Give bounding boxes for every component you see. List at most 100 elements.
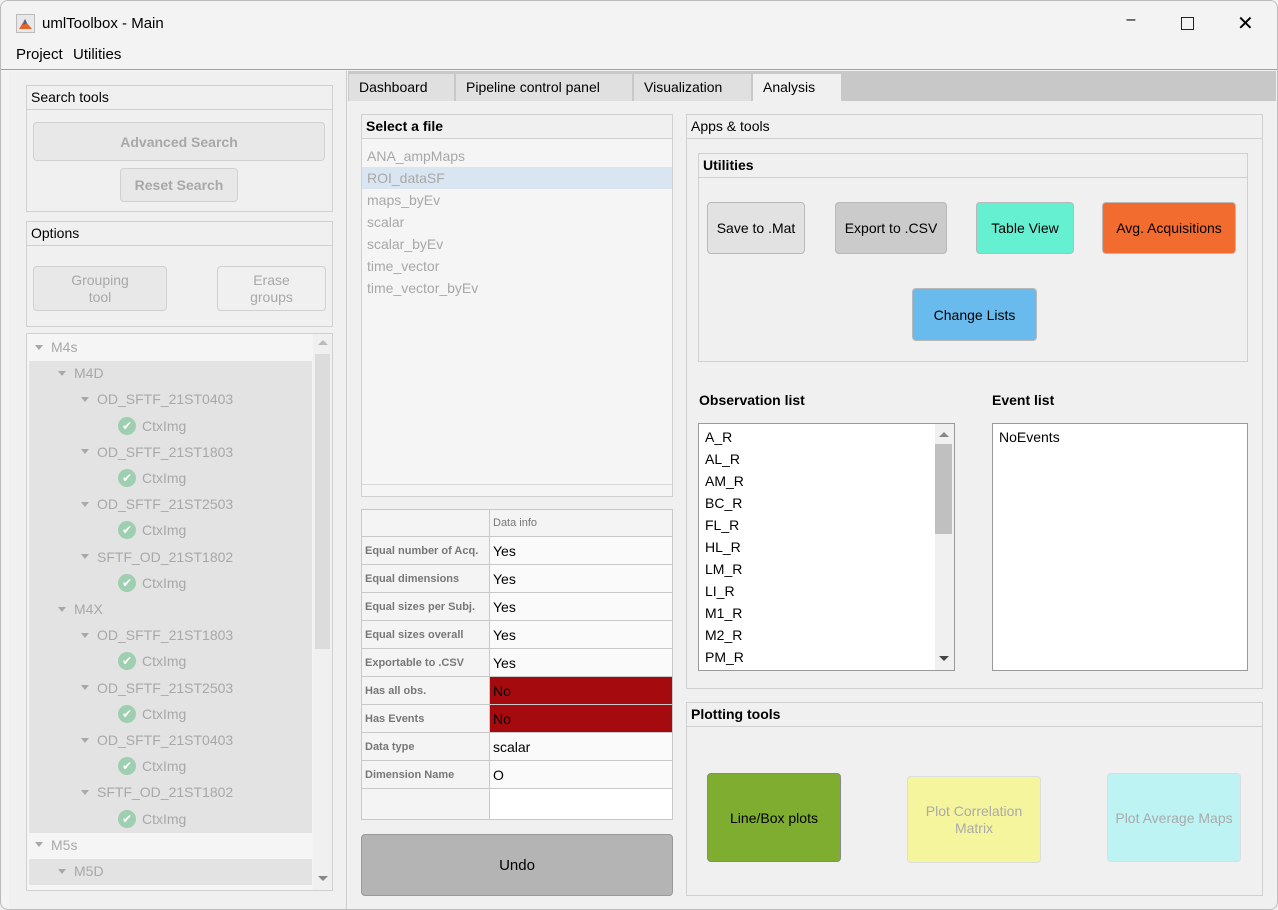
file-list-hscroll[interactable] [362, 484, 672, 496]
expand-triangle-icon[interactable] [81, 685, 89, 691]
tree-item[interactable]: M4D [27, 360, 104, 386]
scroll-up-icon[interactable] [939, 432, 949, 437]
tree-item[interactable]: ✔ CtxImg [27, 517, 186, 543]
table-view-button[interactable]: Table View [976, 202, 1074, 254]
menu-project[interactable]: Project [16, 46, 63, 63]
tree-item[interactable]: SFTF_OD_21ST1802 [27, 779, 233, 805]
maximize-button[interactable] [1181, 17, 1194, 30]
observation-list-item[interactable]: LI_R [705, 580, 735, 602]
save-to-mat-button[interactable]: Save to .Mat [707, 202, 805, 254]
observation-list-item[interactable]: BC_R [705, 492, 742, 514]
expand-triangle-icon[interactable] [81, 396, 89, 402]
observation-list[interactable]: A_R AL_R AM_R BC_R FL_R HL_R LM_R LI_R M1_R M2_R P… [698, 423, 955, 671]
check-circle-icon: ✔ [118, 469, 136, 487]
subject-tree[interactable]: M4s M4D OD_SFTF_21ST0403 ✔ CtxImg OD_SFTF_21S… [26, 333, 333, 891]
scroll-down-icon[interactable] [939, 656, 949, 661]
tree-item[interactable]: ✔ CtxImg [27, 465, 186, 491]
erase-groups-button[interactable]: Erase groups [217, 266, 326, 311]
tree-item[interactable]: OD_SFTF_21ST1803 [27, 622, 233, 648]
expand-triangle-icon[interactable] [81, 789, 89, 795]
observation-list-item[interactable]: M2_R [705, 624, 742, 646]
observation-list-scroll-thumb[interactable] [935, 444, 952, 534]
file-list-item[interactable]: ROI_dataSF [367, 167, 445, 189]
expand-triangle-icon[interactable] [35, 842, 43, 848]
expand-triangle-icon[interactable] [81, 501, 89, 507]
observation-list-item[interactable]: HL_R [705, 536, 741, 558]
file-list-item[interactable]: scalar [367, 211, 404, 233]
row-value: Yes [489, 536, 673, 565]
tree-item[interactable]: OD_SFTF_21ST2503 [27, 675, 233, 701]
line-box-plots-button[interactable]: Line/Box plots [707, 773, 841, 862]
tree-item-label: SFTF_OD_21ST1802 [97, 784, 234, 801]
observation-list-item[interactable]: AL_R [705, 448, 740, 470]
tree-item[interactable]: OD_SFTF_21ST0403 [27, 386, 233, 412]
observation-list-item[interactable]: PM_R [705, 646, 744, 668]
tab-pipeline-control-panel[interactable]: Pipeline control panel [455, 73, 633, 101]
tab-analysis[interactable]: Analysis [752, 73, 842, 103]
tree-item[interactable]: ✔ CtxImg [27, 701, 186, 727]
observation-list-item[interactable]: AM_R [705, 470, 744, 492]
export-csv-button[interactable]: Export to .CSV [835, 202, 947, 254]
row-label: Equal sizes per Subj. [361, 592, 490, 621]
change-lists-button[interactable]: Change Lists [912, 288, 1037, 341]
empty-cell [361, 788, 490, 820]
tree-item[interactable]: M5D [27, 858, 104, 884]
scroll-down-icon[interactable] [318, 876, 328, 881]
tree-item[interactable]: ✔ CtxImg [27, 648, 186, 674]
file-list-item[interactable]: time_vector [367, 255, 439, 277]
observation-list-item[interactable]: M1_R [705, 602, 742, 624]
grouping-tool-button[interactable]: Grouping tool [33, 266, 167, 311]
advanced-search-button[interactable]: Advanced Search [33, 122, 325, 161]
tree-item[interactable]: ✔ CtxImg [27, 413, 186, 439]
plot-average-maps-button[interactable]: Plot Average Maps [1107, 773, 1241, 862]
tree-item[interactable]: ✔ CtxImg [27, 753, 186, 779]
observation-list-item[interactable]: LM_R [705, 558, 742, 580]
expand-triangle-icon[interactable] [81, 632, 89, 638]
scroll-up-icon[interactable] [318, 340, 328, 345]
menu-utilities[interactable]: Utilities [73, 46, 121, 63]
file-list[interactable]: ANA_ampMaps ROI_dataSF maps_byEv scalar scal… [362, 145, 672, 485]
tree-scrollbar[interactable] [313, 334, 332, 890]
table-row: Has all obs. No [361, 676, 673, 705]
row-label: Equal dimensions [361, 564, 490, 593]
file-list-item[interactable]: maps_byEv [367, 189, 440, 211]
observation-list-item[interactable]: FL_R [705, 514, 739, 536]
file-list-item[interactable]: scalar_byEv [367, 233, 443, 255]
file-list-item[interactable]: ANA_ampMaps [367, 145, 465, 167]
plot-correlation-matrix-button[interactable]: Plot Correlation Matrix [907, 776, 1041, 863]
tab-visualization[interactable]: Visualization [633, 73, 752, 101]
tree-item[interactable]: M4s [27, 334, 77, 360]
tree-item[interactable]: ✔ CtxImg [27, 806, 186, 832]
tree-item[interactable]: M4X [27, 596, 103, 622]
tree-scrollbar-thumb[interactable] [315, 354, 330, 649]
tree-item-label: OD_SFTF_21ST2503 [97, 496, 234, 513]
event-list[interactable]: NoEvents [992, 423, 1248, 671]
reset-search-button[interactable]: Reset Search [120, 168, 238, 202]
event-list-item[interactable]: NoEvents [999, 426, 1060, 448]
observation-list-item[interactable]: A_R [705, 426, 732, 448]
tree-item-label: M4D [74, 365, 104, 382]
tree-item[interactable]: OD_SFTF_21ST1803 [27, 439, 233, 465]
expand-triangle-icon[interactable] [81, 554, 89, 560]
tree-item[interactable]: OD_SFTF_21ST0403 [27, 727, 233, 753]
expand-triangle-icon[interactable] [81, 737, 89, 743]
avg-acquisitions-button[interactable]: Avg. Acquisitions [1102, 202, 1236, 254]
close-button[interactable]: ✕ [1237, 11, 1254, 36]
tree-item-label: SFTF_OD_21ST1802 [97, 548, 234, 565]
expand-triangle-icon[interactable] [58, 868, 66, 874]
expand-triangle-icon[interactable] [58, 606, 66, 612]
file-list-item[interactable]: time_vector_byEv [367, 277, 478, 299]
observation-list-scrollbar[interactable] [935, 424, 954, 670]
tree-item[interactable]: SFTF_OD_21ST1802 [27, 544, 233, 570]
tab-dashboard[interactable]: Dashboard [348, 73, 455, 101]
expand-triangle-icon[interactable] [58, 370, 66, 376]
tree-item[interactable]: ✔ CtxImg [27, 570, 186, 596]
expand-triangle-icon[interactable] [81, 449, 89, 455]
expand-triangle-icon[interactable] [35, 344, 43, 350]
tree-item[interactable]: M5s [27, 832, 77, 858]
tree-item[interactable]: OD_SFTF_21ST2503 [27, 491, 233, 517]
undo-button[interactable]: Undo [361, 834, 673, 896]
minimize-button[interactable]: – [1121, 11, 1141, 35]
tree-item-label: CtxImg [142, 810, 187, 827]
check-circle-icon: ✔ [118, 521, 136, 540]
